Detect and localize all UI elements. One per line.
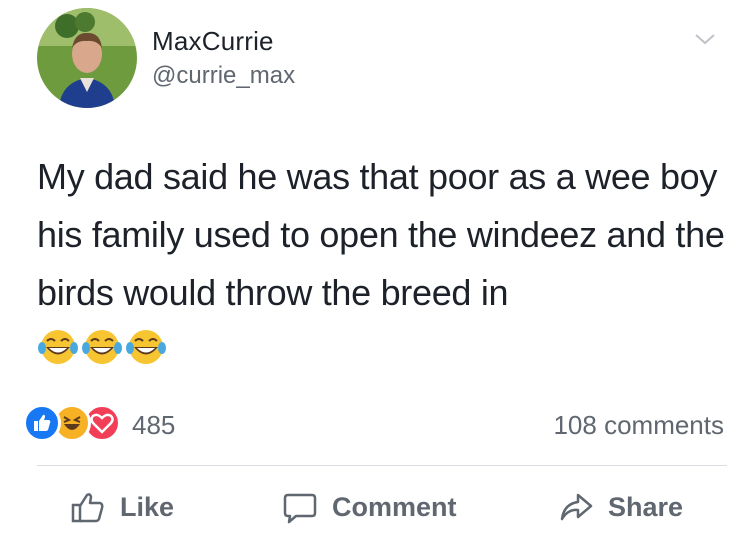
like-reaction-icon xyxy=(23,404,61,442)
action-bar: Like Comment Share xyxy=(0,472,750,542)
reactions-bar: 485 108 comments xyxy=(0,398,750,454)
laughing-tears-emoji xyxy=(126,330,166,364)
comment-icon xyxy=(283,493,317,524)
comment-label: Comment xyxy=(332,491,457,522)
facebook-post: MaxCurrie @currie_max My dad said he was… xyxy=(0,0,750,542)
like-button[interactable]: Like xyxy=(70,482,174,532)
share-button[interactable]: Share xyxy=(558,482,683,532)
avatar[interactable] xyxy=(37,8,137,108)
avatar-photo xyxy=(37,8,137,108)
laughing-tears-emoji xyxy=(82,330,122,364)
reaction-icons[interactable] xyxy=(23,404,133,444)
author-handle: @currie_max xyxy=(152,62,296,89)
post-text: My dad said he was that poor as a wee bo… xyxy=(37,156,725,313)
reaction-count[interactable]: 485 xyxy=(132,410,175,441)
divider xyxy=(37,465,727,466)
thumbs-up-icon xyxy=(71,493,104,523)
author-name[interactable]: MaxCurrie xyxy=(152,26,274,57)
like-label: Like xyxy=(120,491,175,522)
chevron-down-icon[interactable] xyxy=(693,30,717,48)
post-header: MaxCurrie @currie_max xyxy=(0,0,750,120)
share-arrow-icon xyxy=(560,493,593,521)
laughing-tears-emoji xyxy=(38,330,78,364)
share-label: Share xyxy=(608,491,684,522)
comments-count[interactable]: 108 comments xyxy=(553,410,724,441)
comment-button[interactable]: Comment xyxy=(282,482,457,532)
emoji-row xyxy=(37,326,167,374)
